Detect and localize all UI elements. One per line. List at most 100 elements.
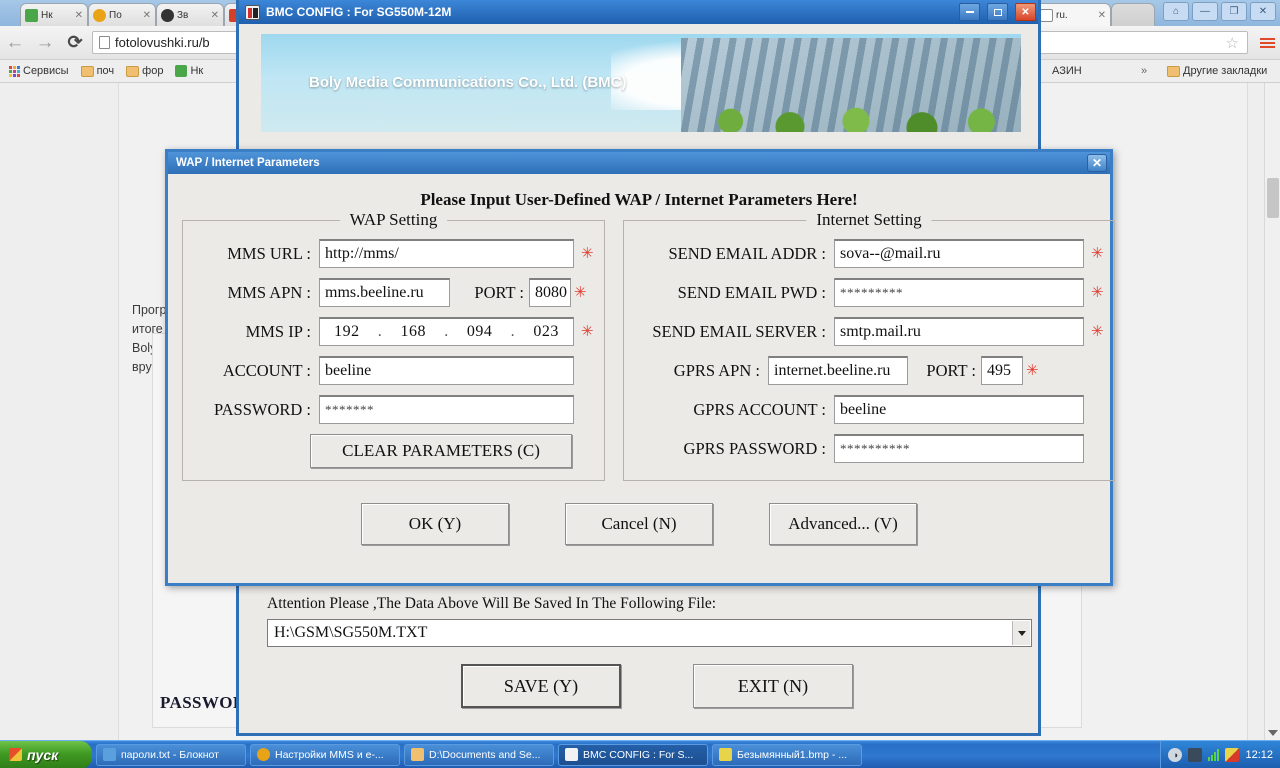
green-refresh-icon [25, 8, 38, 22]
gprs-port-input[interactable]: 495 [981, 356, 1023, 385]
bookmark-nk[interactable]: Нк [171, 64, 207, 78]
send-email-server-input[interactable]: smtp.mail.ru [834, 317, 1084, 346]
page-icon [1040, 8, 1053, 22]
reload-button[interactable]: ⟳ [60, 32, 90, 53]
shield-icon[interactable] [1225, 747, 1240, 762]
gprs-password-input[interactable]: ********** [834, 434, 1084, 463]
scrollbar-thumb[interactable] [1267, 178, 1279, 218]
bookmark-label: поч [96, 65, 115, 77]
advanced-button[interactable]: Advanced... (V) [769, 503, 917, 545]
internet-setting-group: Internet Setting SEND EMAIL ADDR : sova-… [623, 210, 1115, 481]
clear-parameters-row: CLEAR PARAMETERS (C) [193, 434, 594, 468]
paint-icon [719, 748, 732, 761]
send-email-server-label: SEND EMAIL SERVER : [652, 321, 826, 341]
windows-flag-icon [9, 748, 22, 761]
mms-ip-row: MMS IP : 192 . 168 . 094 . 023 ✳ [193, 317, 594, 346]
bookmark-for[interactable]: фор [122, 64, 167, 78]
bmc-save-section: Attention Please ,The Data Above Will Be… [261, 595, 1061, 735]
gprs-account-label: GPRS ACCOUNT : [693, 399, 826, 419]
account-input[interactable]: beeline [319, 356, 574, 385]
network-icon[interactable] [1188, 747, 1203, 762]
mms-apn-input[interactable]: mms.beeline.ru [319, 278, 450, 307]
folder-icon [126, 65, 140, 77]
internet-setting-title: Internet Setting [806, 210, 932, 230]
mms-ip-input[interactable]: 192 . 168 . 094 . 023 [319, 317, 574, 346]
chrome-menu-icon[interactable] [1254, 37, 1280, 48]
ip-octet-2[interactable]: 168 [399, 323, 429, 341]
gprs-account-input[interactable]: beeline [834, 395, 1084, 424]
clear-parameters-button[interactable]: CLEAR PARAMETERS (C) [310, 434, 572, 468]
forward-button[interactable]: → [30, 32, 60, 54]
close-icon[interactable]: ✕ [1015, 3, 1036, 21]
mms-port-input[interactable]: 8080 [529, 278, 571, 307]
user-profile-icon[interactable]: ⌂ [1163, 2, 1189, 21]
chevron-down-icon[interactable] [1012, 621, 1030, 645]
back-button[interactable]: ← [0, 32, 30, 54]
password-input[interactable]: ******* [319, 395, 574, 424]
cancel-button[interactable]: Cancel (N) [565, 503, 713, 545]
start-button[interactable]: пуск [0, 740, 92, 768]
gprs-apn-input[interactable]: internet.beeline.ru [768, 356, 908, 385]
send-email-addr-input[interactable]: sova--@mail.ru [834, 239, 1084, 268]
dark-globe-icon [161, 8, 174, 22]
browser-tab-3[interactable]: Зв ✕ [156, 3, 224, 26]
volume-icon[interactable]: ◑ [1168, 747, 1183, 762]
close-icon[interactable]: ✕ [1098, 10, 1106, 21]
new-tab-button[interactable] [1111, 3, 1155, 26]
taskbar-item-bmc-config[interactable]: BMC CONFIG : For S... [558, 743, 708, 766]
send-email-addr-label: SEND EMAIL ADDR : [668, 243, 826, 263]
browser-tab-1[interactable]: Нк ✕ [20, 3, 88, 26]
close-icon[interactable]: ✕ [1087, 154, 1107, 172]
bookmark-star-icon[interactable]: ☆ [1226, 34, 1241, 52]
bmc-app-icon [245, 4, 260, 20]
account-row: ACCOUNT : beeline [193, 356, 594, 385]
bookmark-label: Сервисы [23, 65, 69, 77]
taskbar-item-explorer[interactable]: D:\Documents and Se... [404, 743, 554, 766]
close-icon[interactable]: ✕ [75, 10, 83, 21]
ip-octet-3[interactable]: 094 [465, 323, 495, 341]
minimize-icon[interactable] [959, 3, 980, 21]
bmc-app-icon [565, 748, 578, 761]
taskbar-item-paint[interactable]: Безымянный1.bmp - ... [712, 743, 862, 766]
mms-ip-label: MMS IP : [245, 321, 311, 341]
maximize-icon[interactable] [987, 3, 1008, 21]
save-button[interactable]: SAVE (Y) [461, 664, 621, 708]
browser-tab-5[interactable]: ru. ✕ [1035, 3, 1111, 26]
exit-button[interactable]: EXIT (N) [693, 664, 853, 708]
send-email-addr-row: SEND EMAIL ADDR : sova--@mail.ru ✳ [634, 239, 1104, 268]
bookmark-azin[interactable]: АЗИН [1048, 64, 1086, 78]
taskbar-item-notepad[interactable]: пароли.txt - Блокнот [96, 743, 246, 766]
bmc-title-bar[interactable]: BMC CONFIG : For SG550M-12M ✕ [239, 0, 1038, 24]
ip-octet-1[interactable]: 192 [332, 323, 362, 341]
signal-icon[interactable] [1208, 748, 1220, 761]
bookmarks-overflow-button[interactable]: » [1137, 64, 1151, 78]
ok-button[interactable]: OK (Y) [361, 503, 509, 545]
bookmark-apps[interactable]: Сервисы [5, 64, 73, 78]
restore-icon[interactable]: ❐ [1221, 2, 1247, 21]
close-icon[interactable]: ✕ [211, 10, 219, 21]
ip-octet-4[interactable]: 023 [531, 323, 561, 341]
close-icon[interactable]: ✕ [143, 10, 151, 21]
taskbar-clock[interactable]: 12:12 [1245, 749, 1273, 761]
folder-icon [80, 65, 94, 77]
file-path-combobox[interactable]: H:\GSM\SG550M.TXT [267, 619, 1032, 647]
page-password-label: PASSWOR [160, 693, 246, 712]
wap-internet-parameters-dialog: WAP / Internet Parameters ✕ Please Input… [165, 149, 1115, 586]
scroll-down-arrow-icon[interactable] [1268, 730, 1278, 736]
bookmark-label: АЗИН [1052, 65, 1082, 77]
dialog-title-bar[interactable]: WAP / Internet Parameters ✕ [168, 152, 1110, 174]
tab-label: Нк [41, 9, 53, 21]
apps-grid-icon [9, 65, 20, 77]
browser-tab-2[interactable]: По ✕ [88, 3, 156, 26]
gprs-account-row: GPRS ACCOUNT : beeline [634, 395, 1104, 424]
other-bookmarks-folder[interactable]: Другие закладки [1163, 64, 1271, 78]
send-email-pwd-input[interactable]: ********* [834, 278, 1084, 307]
mms-url-input[interactable]: http://mms/ [319, 239, 574, 268]
bookmark-poch[interactable]: поч [77, 64, 119, 78]
taskbar-item-chrome[interactable]: Настройки MMS и e-... [250, 743, 400, 766]
minimize-icon[interactable]: — [1192, 2, 1218, 21]
gprs-password-row: GPRS PASSWORD : ********** [634, 434, 1104, 463]
close-icon[interactable]: ✕ [1250, 2, 1276, 21]
required-marker: ✳ [1091, 284, 1104, 301]
page-scrollbar[interactable] [1264, 83, 1280, 740]
